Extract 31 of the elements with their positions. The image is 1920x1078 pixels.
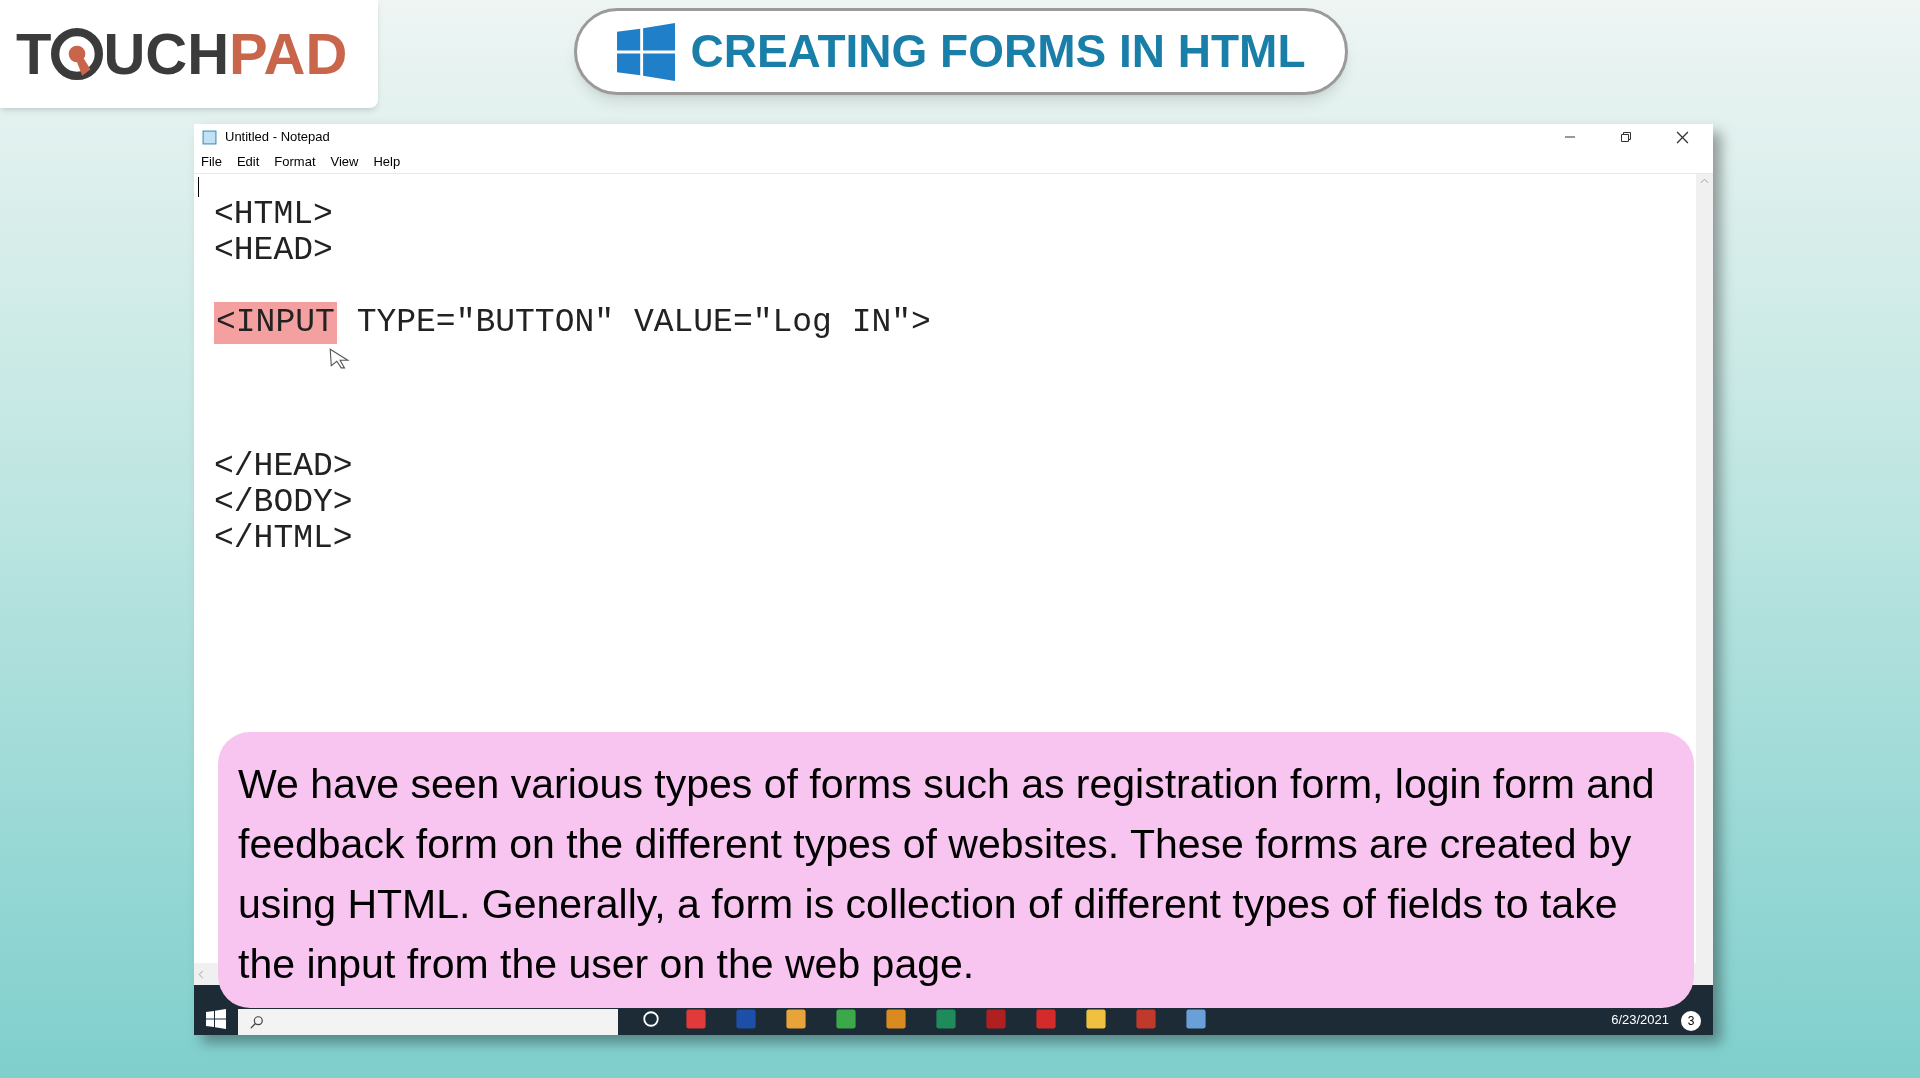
taskbar-date: 6/23/2021: [1611, 1010, 1669, 1029]
close-icon[interactable]: [1676, 130, 1689, 144]
search-icon: [250, 1015, 264, 1029]
menu-item[interactable]: Format: [274, 151, 316, 172]
menu-item[interactable]: Help: [373, 151, 401, 172]
code-text: <HEAD>: [214, 233, 333, 269]
menu-item[interactable]: Edit: [236, 151, 260, 172]
logo-text: PAD: [229, 25, 348, 83]
notepad-icon: [202, 129, 217, 145]
task-view-icon[interactable]: [642, 1010, 660, 1028]
windows-icon: [616, 22, 675, 81]
start-icon: [206, 1009, 226, 1029]
logo-text: T: [16, 25, 52, 83]
text-cursor: [198, 177, 199, 197]
menu-item[interactable]: File: [201, 151, 222, 172]
code-text: TYPE="BUTTON" VALUE="Log IN">: [355, 305, 931, 341]
restore-icon[interactable]: [1620, 131, 1632, 143]
logo-text: UCH: [103, 25, 230, 83]
target-hand-icon: [51, 28, 104, 80]
caption-text: We have seen various types of forms such as registration form, login form and feedback form on the different types of websites. These forms are created by using HTML. Generally, a form is collection of different types of fields to take the input from the user on the web page.: [238, 760, 1656, 989]
code-text: </HEAD>: [214, 449, 353, 485]
menu-item[interactable]: View: [330, 151, 359, 172]
window-title: Untitled - Notepad: [225, 128, 330, 147]
vertical-scrollbar[interactable]: [1696, 174, 1713, 963]
notification-badge[interactable]: 3: [1681, 1011, 1701, 1031]
highlighted-code-text: <INPUT: [214, 302, 337, 344]
code-text: </HTML>: [214, 521, 353, 557]
taskbar-search-field[interactable]: [238, 1009, 618, 1035]
banner-title: CREATING FORMS IN HTML: [690, 24, 1306, 79]
code-text: <HTML>: [214, 197, 333, 233]
code-text: </BODY>: [214, 485, 353, 521]
